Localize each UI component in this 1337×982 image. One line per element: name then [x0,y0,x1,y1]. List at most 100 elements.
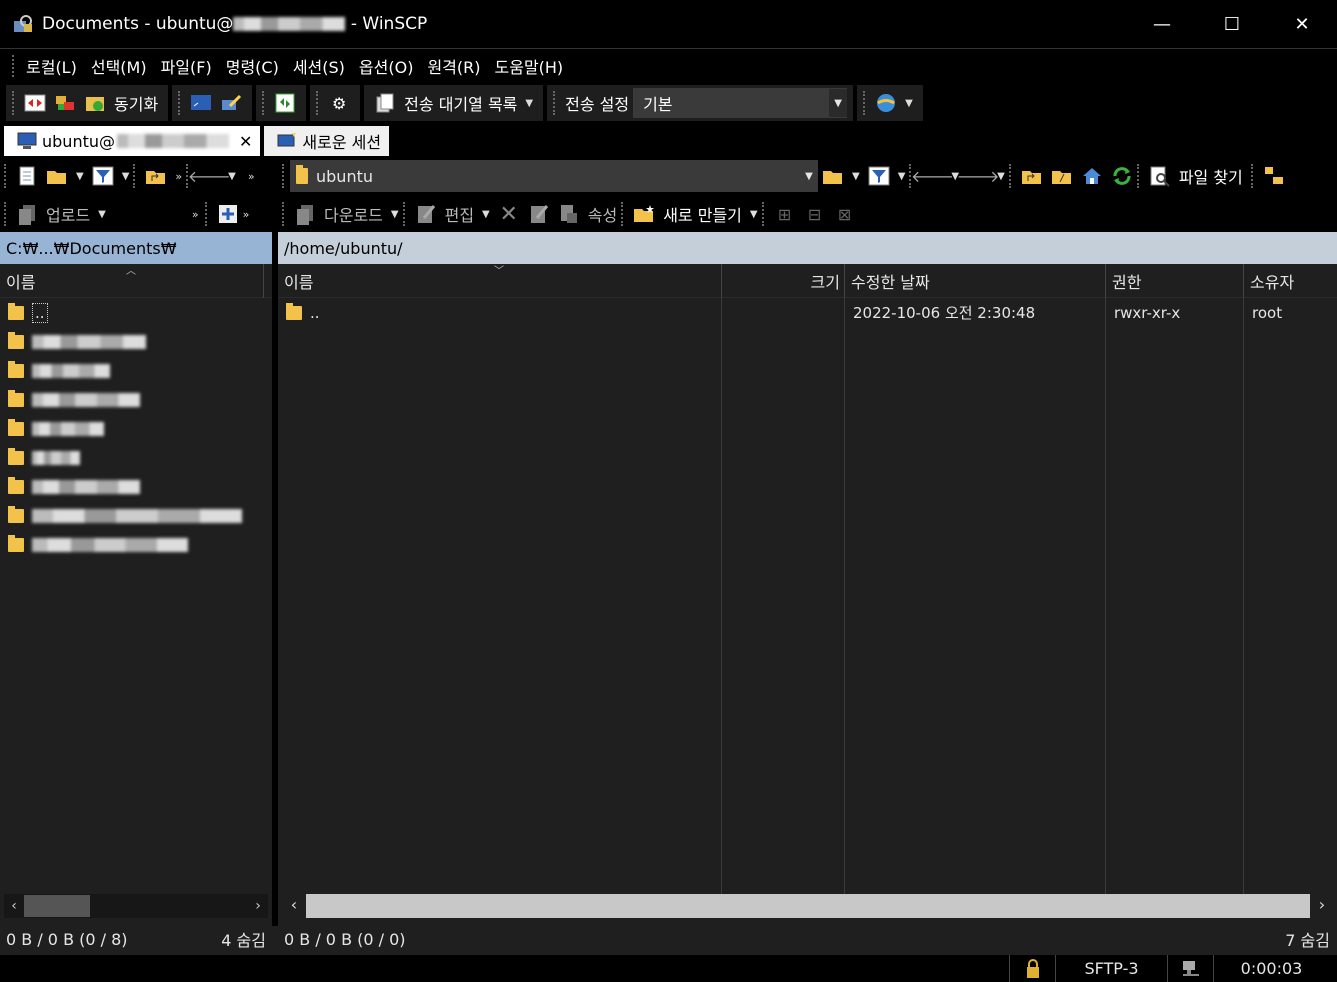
tree-toggle-icon[interactable] [1262,164,1286,188]
toolbar-grip[interactable] [1136,164,1141,188]
new-dropdown-icon[interactable]: ▼ [750,209,758,220]
scroll-right-icon[interactable]: › [248,898,268,914]
scroll-left-icon[interactable]: ‹ [4,898,24,914]
globe-dropdown-arrow-icon[interactable]: ▼ [905,98,913,109]
toolbar-grip[interactable] [761,202,766,226]
column-name[interactable]: ﹀ 이름 [278,263,722,298]
transfer-preset-select[interactable]: 기본 ▼ [633,88,848,118]
open-folder-dropdown-icon[interactable]: ▼ [76,171,84,182]
filter-icon[interactable] [867,164,891,188]
putty-icon[interactable] [219,91,243,115]
toolbar-grip[interactable] [553,91,557,115]
forward-dropdown-icon[interactable]: ▼ [997,171,1005,182]
toolbar-more-icon[interactable]: » [192,208,199,221]
menu-mark[interactable]: 선택(M) [84,54,154,78]
home-icon[interactable] [1080,164,1104,188]
tab-new-session[interactable]: 새로운 세션 [264,126,390,156]
find-files-button[interactable]: 파일 찾기 [1179,164,1243,188]
toolbar-grip[interactable] [402,202,407,226]
select-add-icon[interactable]: ⊞ [773,202,797,226]
close-tab-icon[interactable]: ✕ [239,132,252,151]
toolbar-more-icon[interactable]: » [243,208,250,221]
list-item[interactable] [0,385,272,414]
menu-local[interactable]: 로컬(L) [19,54,84,78]
globe-icon[interactable] [874,91,898,115]
parent-directory-icon[interactable] [1020,164,1044,188]
synchronize-icon[interactable] [83,91,107,115]
remote-horizontal-scrollbar[interactable]: ‹ › [282,894,1334,918]
download-button[interactable]: 다운로드 [324,202,383,226]
tab-session-ubuntu[interactable]: ubuntu@ ✕ [4,126,261,156]
list-item[interactable] [0,443,272,472]
edit-dropdown-icon[interactable]: ▼ [482,209,490,220]
toolbar-grip[interactable] [4,164,8,188]
filter-dropdown-icon[interactable]: ▼ [122,171,130,182]
chevron-down-icon[interactable]: ▼ [829,89,848,117]
local-drive-icon[interactable] [15,164,39,188]
maximize-button[interactable]: ☐ [1197,0,1267,48]
toolbar-grip[interactable] [12,91,16,115]
queue-list-icon[interactable] [373,91,397,115]
new-folder-icon[interactable] [632,202,656,226]
toolbar-grip[interactable] [1250,164,1255,188]
toolbar-grip[interactable] [133,164,137,188]
toolbar-grip[interactable] [282,164,286,188]
toolbar-grip[interactable] [621,202,625,226]
preferences-gear-icon[interactable]: ⚙ [327,91,351,115]
list-item[interactable] [0,472,272,501]
menu-session[interactable]: 세션(S) [286,54,352,78]
toolbar-more-icon[interactable]: » [248,170,255,183]
toolbar-grip[interactable] [282,202,286,226]
column-size[interactable]: 크기 [722,263,845,298]
scroll-right-icon[interactable]: › [1310,894,1334,918]
remote-path-bar[interactable]: /home/ubuntu/ [278,232,1337,264]
edit-icon[interactable] [414,202,438,226]
back-dropdown-icon[interactable]: ▼ [228,171,236,182]
table-row[interactable]: .. 2022-10-06 오전 2:30:48 rwxr-xr-x root [278,298,1337,327]
local-horizontal-scrollbar[interactable]: ‹ › [4,894,268,918]
menu-commands[interactable]: 명령(C) [219,54,286,78]
compare-directories-icon[interactable] [23,91,47,115]
menu-help[interactable]: 도움말(H) [488,54,571,78]
properties-button[interactable]: 속성 [588,202,617,226]
filter-dropdown-icon[interactable]: ▼ [898,171,906,182]
toolbar-grip[interactable] [1008,164,1013,188]
scrollbar-thumb[interactable] [306,895,1310,917]
list-item[interactable] [0,501,272,530]
remote-location-select[interactable]: ubuntu ▼ [290,160,818,192]
minimize-button[interactable]: — [1127,0,1197,48]
lock-icon[interactable] [1009,955,1055,982]
scroll-left-icon[interactable]: ‹ [282,894,306,918]
toolbar-grip[interactable] [4,202,8,226]
queue-dropdown-arrow-icon[interactable]: ▼ [525,98,533,109]
column-rights[interactable]: 권한 [1106,263,1244,298]
back-arrow-icon[interactable]: 🡐 [188,164,231,188]
terminal-icon[interactable] [189,91,213,115]
find-files-icon[interactable] [1148,164,1172,188]
list-item[interactable] [0,414,272,443]
select-remove-icon[interactable]: ⊟ [803,202,827,226]
forward-arrow-icon[interactable]: 🡒 [957,164,1000,188]
download-icon[interactable] [293,202,317,226]
queue-list-label[interactable]: 전송 대기열 목록 [404,91,517,115]
new-item-icon[interactable] [216,202,240,226]
local-path-bar[interactable]: C:₩...₩Documents₩ [0,232,272,264]
toolbar-grip[interactable] [316,91,320,115]
upload-button[interactable]: 업로드 [46,202,90,226]
list-item[interactable] [0,356,272,385]
new-button[interactable]: 새로 만들기 [663,202,742,226]
rename-icon[interactable] [527,202,551,226]
refresh-icon[interactable] [1110,164,1134,188]
root-directory-icon[interactable] [1050,164,1074,188]
list-item[interactable] [0,530,272,559]
open-folder-icon[interactable] [821,164,845,188]
select-filter-icon[interactable]: ⊠ [833,202,857,226]
list-item[interactable] [0,327,272,356]
column-name[interactable]: ︿ 이름 [0,263,264,298]
column-owner[interactable]: 소유자 [1244,264,1329,298]
download-dropdown-icon[interactable]: ▼ [391,209,399,220]
menu-options[interactable]: 옵션(O) [352,54,421,78]
toolbar-grip[interactable] [178,91,182,115]
edit-button[interactable]: 편집 [445,202,474,226]
toolbar-grip[interactable] [863,91,867,115]
